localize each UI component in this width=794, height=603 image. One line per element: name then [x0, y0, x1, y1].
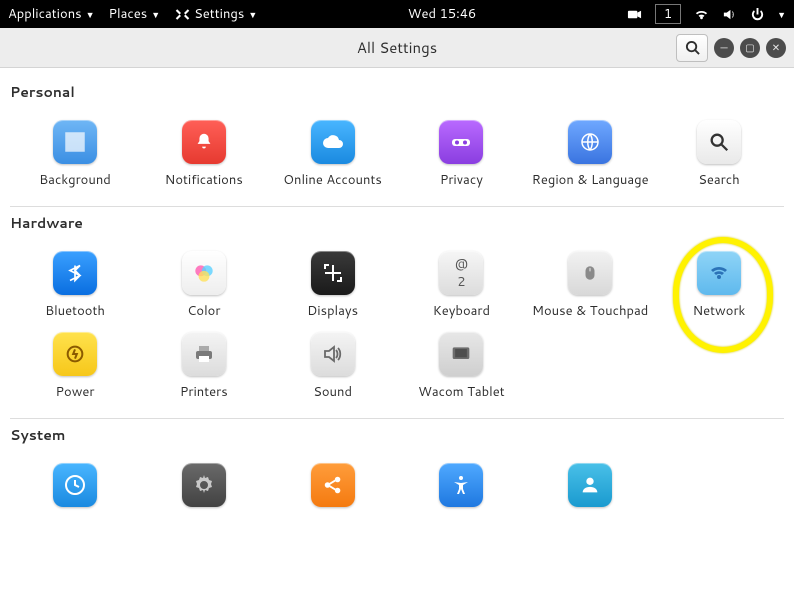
- wifi-icon[interactable]: [693, 6, 709, 22]
- bell-icon: [182, 120, 226, 164]
- item-label: Power: [56, 384, 95, 400]
- menu-settings-label: Settings: [194, 5, 244, 23]
- accessibility-icon: [439, 463, 483, 507]
- search-icon: [697, 120, 741, 164]
- background-icon: [53, 120, 97, 164]
- item-wacom-tablet[interactable]: Wacom Tablet: [402, 332, 520, 400]
- caret-down-icon[interactable]: ▼: [777, 8, 786, 21]
- item-color[interactable]: Color: [145, 251, 263, 319]
- item-sharing[interactable]: Shari…: [274, 463, 392, 531]
- item-label: Online Accounts: [283, 172, 382, 188]
- item-privacy[interactable]: Privacy: [402, 120, 520, 188]
- caret-down-icon: ▼: [248, 8, 257, 21]
- minimize-icon: ─: [720, 41, 727, 55]
- displays-icon: [311, 251, 355, 295]
- user-icon: [568, 463, 612, 507]
- item-label: Notifications: [165, 172, 243, 188]
- tools-icon: [174, 6, 190, 22]
- item-label: Privacy: [440, 172, 483, 188]
- window-maximize-button[interactable]: ▢: [740, 38, 760, 58]
- network-icon: [697, 251, 741, 295]
- bluetooth-icon: [53, 251, 97, 295]
- printer-icon: [182, 332, 226, 376]
- cloud-icon: [311, 120, 355, 164]
- window-title: All Settings: [0, 37, 794, 58]
- panel-left: Applications ▼ Places ▼ Settings ▼: [0, 5, 257, 23]
- window-minimize-button[interactable]: ─: [714, 38, 734, 58]
- close-icon: ✕: [772, 41, 780, 55]
- volume-icon[interactable]: [721, 6, 737, 22]
- item-label: Search: [698, 172, 739, 188]
- caret-down-icon: ▼: [86, 8, 95, 21]
- maximize-icon: ▢: [745, 41, 754, 55]
- window-close-button[interactable]: ✕: [766, 38, 786, 58]
- menu-settings[interactable]: Settings ▼: [174, 5, 257, 23]
- item-label: Bluetooth: [45, 303, 105, 319]
- highlight-annotation: [697, 251, 741, 295]
- item-keyboard[interactable]: @2 Keyboard: [402, 251, 520, 319]
- item-printers[interactable]: Printers: [145, 332, 263, 400]
- menu-applications-label: Applications: [8, 5, 82, 23]
- item-label: Color: [187, 303, 220, 319]
- search-button[interactable]: [676, 34, 708, 62]
- item-users[interactable]: Us…: [531, 463, 649, 531]
- panel-right: 1 ▼: [627, 4, 794, 24]
- mask-icon: [439, 120, 483, 164]
- color-icon: [182, 251, 226, 295]
- menu-places[interactable]: Places ▼: [109, 5, 161, 23]
- item-label: Wacom Tablet: [418, 384, 505, 400]
- mouse-icon: [568, 251, 612, 295]
- panel-clock[interactable]: Wed 15:46: [257, 5, 627, 23]
- item-label: Background: [39, 172, 111, 188]
- section-title-hardware: Hardware: [8, 207, 786, 241]
- item-details[interactable]: Detail…: [145, 463, 263, 531]
- item-label: Mouse & Touchpad: [532, 303, 648, 319]
- item-network[interactable]: Network: [660, 251, 778, 319]
- item-bluetooth[interactable]: Bluetooth: [16, 251, 134, 319]
- globe-icon: [568, 120, 612, 164]
- item-power[interactable]: Power: [16, 332, 134, 400]
- item-displays[interactable]: Displays: [274, 251, 392, 319]
- section-grid-system: Date & Ti… Detail… Shari… Univers… Us…: [8, 453, 786, 531]
- power-icon[interactable]: [749, 6, 765, 22]
- item-label: Printers: [180, 384, 228, 400]
- settings-content: Personal Background Notifications Online…: [0, 68, 794, 603]
- item-region-language[interactable]: Region & Language: [531, 120, 649, 188]
- item-label: Sound: [313, 384, 352, 400]
- section-title-personal: Personal: [8, 76, 786, 110]
- window-titlebar: All Settings ─ ▢ ✕: [0, 28, 794, 68]
- item-label: Keyboard: [433, 303, 490, 319]
- item-universal-access[interactable]: Univers…: [402, 463, 520, 531]
- record-icon[interactable]: [627, 6, 643, 22]
- clock-icon: [53, 463, 97, 507]
- power-icon: [53, 332, 97, 376]
- item-sound[interactable]: Sound: [274, 332, 392, 400]
- item-online-accounts[interactable]: Online Accounts: [274, 120, 392, 188]
- sound-icon: [311, 332, 355, 376]
- item-background[interactable]: Background: [16, 120, 134, 188]
- item-label: Displays: [307, 303, 358, 319]
- item-mouse-touchpad[interactable]: Mouse & Touchpad: [531, 251, 649, 319]
- search-icon: [685, 40, 700, 55]
- item-label: Region & Language: [532, 172, 649, 188]
- item-date-time[interactable]: Date & Ti…: [16, 463, 134, 531]
- item-notifications[interactable]: Notifications: [145, 120, 263, 188]
- menu-applications[interactable]: Applications ▼: [8, 5, 95, 23]
- tablet-icon: [439, 332, 483, 376]
- top-panel: Applications ▼ Places ▼ Settings ▼ Wed 1…: [0, 0, 794, 28]
- share-icon: [311, 463, 355, 507]
- caret-down-icon: ▼: [151, 8, 160, 21]
- section-grid-personal: Background Notifications Online Accounts…: [8, 110, 786, 206]
- item-search[interactable]: Search: [660, 120, 778, 188]
- menu-places-label: Places: [109, 5, 148, 23]
- workspace-indicator[interactable]: 1: [655, 4, 681, 24]
- section-title-system: System: [8, 419, 786, 453]
- gear-icon: [182, 463, 226, 507]
- section-grid-hardware: Bluetooth Color Displays @2 Keyboard Mou…: [8, 241, 786, 418]
- keyboard-icon: @2: [439, 251, 483, 295]
